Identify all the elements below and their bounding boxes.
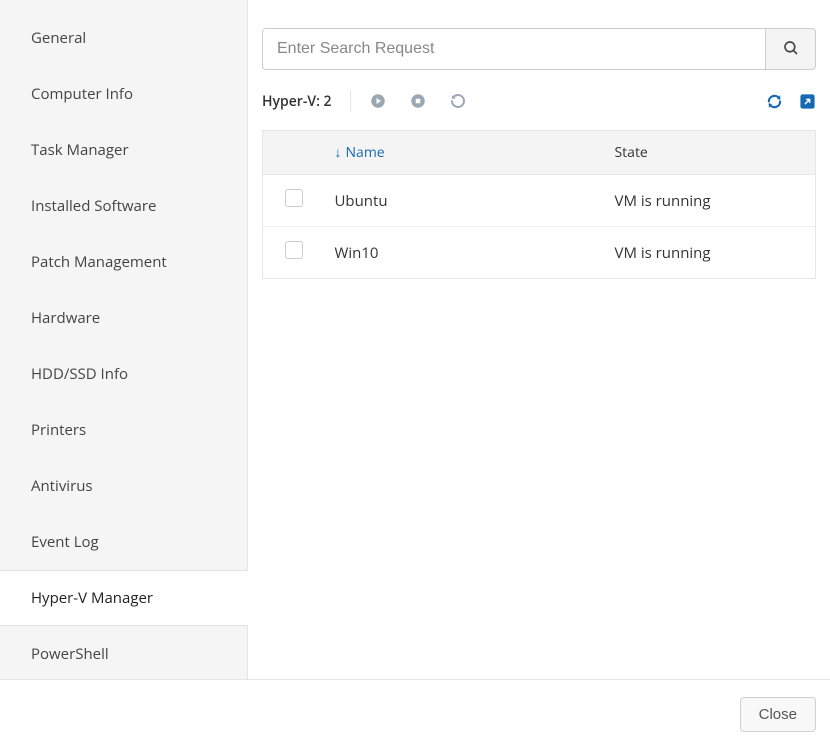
- sidebar-item-patch-management[interactable]: Patch Management: [0, 234, 247, 290]
- sidebar-item-label: HDD/SSD Info: [31, 364, 128, 384]
- sidebar-item-printers[interactable]: Printers: [0, 402, 247, 458]
- vm-name-cell: Win10: [325, 227, 605, 279]
- sidebar-item-general[interactable]: General: [0, 10, 247, 66]
- refresh-icon[interactable]: [766, 93, 783, 110]
- vm-state-cell: VM is running: [605, 227, 816, 279]
- sidebar-item-label: Antivirus: [31, 476, 93, 496]
- sidebar-item-installed-software[interactable]: Installed Software: [0, 178, 247, 234]
- toolbar-separator: [350, 90, 351, 112]
- search-button[interactable]: [766, 28, 816, 70]
- vm-state-cell: VM is running: [605, 175, 816, 227]
- column-header-state[interactable]: State: [605, 131, 816, 175]
- column-header-name[interactable]: ↓Name: [325, 131, 605, 175]
- popout-icon[interactable]: [799, 93, 816, 110]
- sidebar-item-label: Event Log: [31, 532, 99, 552]
- sidebar-item-hardware[interactable]: Hardware: [0, 290, 247, 346]
- sidebar-item-label: Computer Info: [31, 84, 133, 104]
- close-button[interactable]: Close: [740, 697, 816, 732]
- sidebar-item-label: Hyper-V Manager: [31, 588, 153, 608]
- vm-table: ↓Name State Ubuntu VM is running Win10 V…: [262, 130, 816, 279]
- sidebar-item-label: Printers: [31, 420, 86, 440]
- table-row[interactable]: Ubuntu VM is running: [263, 175, 816, 227]
- search-input[interactable]: [262, 28, 766, 70]
- table-row[interactable]: Win10 VM is running: [263, 227, 816, 279]
- sidebar-item-label: PowerShell: [31, 644, 109, 664]
- row-checkbox[interactable]: [285, 189, 303, 207]
- main-panel: Hyper-V: 2: [248, 0, 830, 679]
- sidebar-item-task-manager[interactable]: Task Manager: [0, 122, 247, 178]
- sidebar-item-hdd-ssd-info[interactable]: HDD/SSD Info: [0, 346, 247, 402]
- column-header-checkbox[interactable]: [263, 131, 325, 175]
- stop-icon[interactable]: [409, 92, 427, 110]
- footer: Close: [0, 680, 830, 749]
- sidebar-item-computer-info[interactable]: Computer Info: [0, 66, 247, 122]
- search-icon: [782, 39, 800, 60]
- vm-name-cell: Ubuntu: [325, 175, 605, 227]
- sort-down-icon: ↓: [335, 143, 342, 162]
- sidebar-item-powershell[interactable]: PowerShell: [0, 626, 247, 682]
- sidebar-item-label: Hardware: [31, 308, 100, 328]
- sidebar-item-event-log[interactable]: Event Log: [0, 514, 247, 570]
- sidebar-item-hyper-v-manager[interactable]: Hyper-V Manager: [0, 570, 248, 626]
- sidebar: General Computer Info Task Manager Insta…: [0, 0, 248, 679]
- toolbar: Hyper-V: 2: [262, 90, 816, 112]
- vm-count-label: Hyper-V: 2: [262, 92, 332, 111]
- sidebar-item-antivirus[interactable]: Antivirus: [0, 458, 247, 514]
- play-icon[interactable]: [369, 92, 387, 110]
- sidebar-item-label: Installed Software: [31, 196, 156, 216]
- sidebar-item-label: Patch Management: [31, 252, 167, 272]
- restart-icon[interactable]: [449, 92, 467, 110]
- row-checkbox[interactable]: [285, 241, 303, 259]
- sidebar-item-label: Task Manager: [31, 140, 129, 160]
- sidebar-item-label: General: [31, 28, 86, 48]
